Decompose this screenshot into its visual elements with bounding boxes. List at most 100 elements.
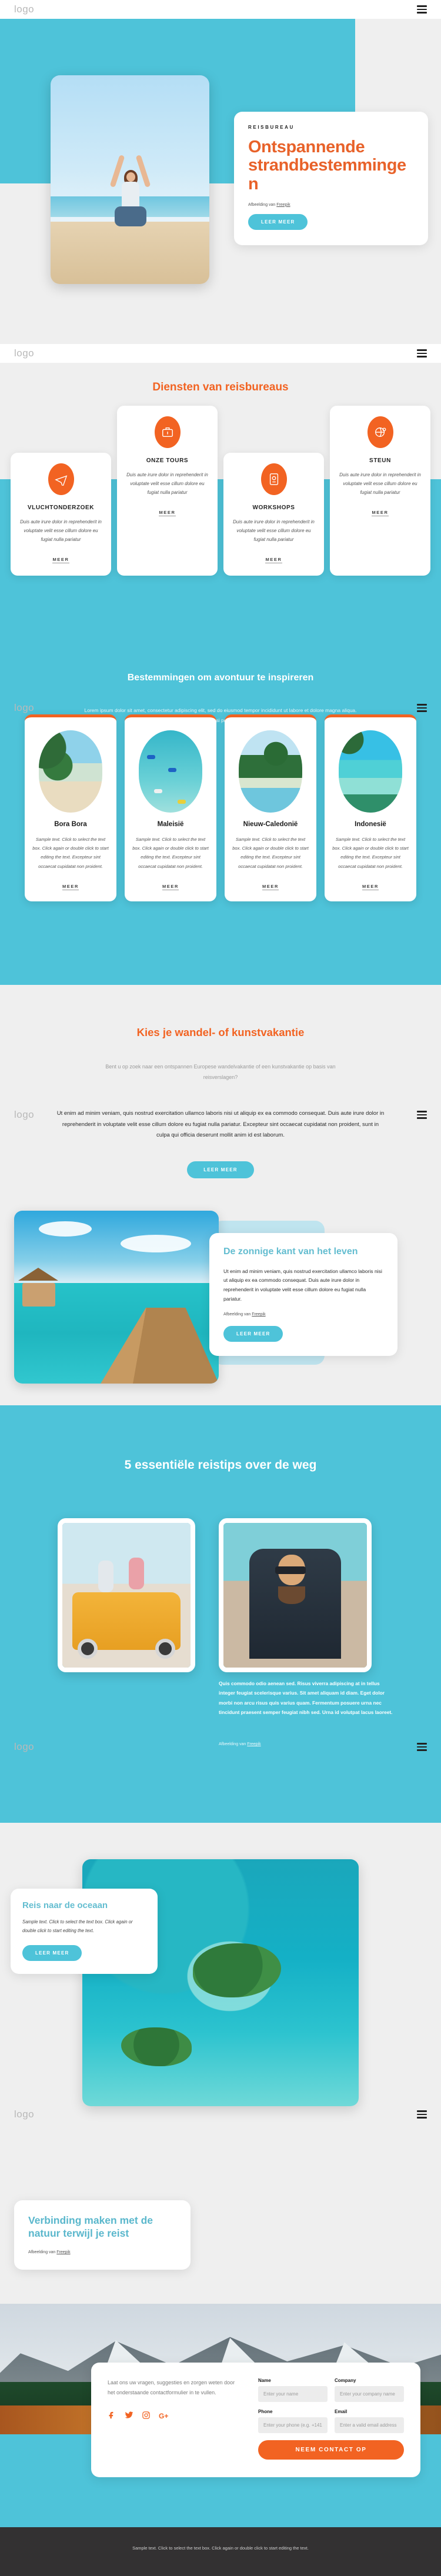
ocean-body: Sample text. Click to select the text bo… <box>22 1919 133 1933</box>
destinations-title: Bestemmingen om avontuur te inspireren <box>127 673 314 683</box>
contact-row-phone-email: Phone Email <box>258 2409 404 2433</box>
destination-text: Sample text. Click to select the text bo… <box>232 837 309 869</box>
logo[interactable]: logo <box>14 4 34 15</box>
sunny-side-image-credit: Afbeelding van Freepik <box>223 1312 266 1317</box>
logo[interactable]: logo <box>14 1741 34 1753</box>
hamburger-menu-icon[interactable] <box>417 1743 427 1751</box>
destinations-card-row: Bora Bora Sample text. Click to select t… <box>25 714 416 901</box>
field-name: Name <box>258 2378 328 2402</box>
service-text: Duis aute irure dolor in reprehenderit i… <box>20 519 102 542</box>
email-input[interactable] <box>335 2417 404 2433</box>
destination-more-link[interactable]: MEER <box>162 884 179 890</box>
facebook-icon[interactable] <box>108 2411 116 2421</box>
destination-card-bora-bora[interactable]: Bora Bora Sample text. Click to select t… <box>25 714 116 901</box>
nature-text-card: Verbinding maken met de natuur terwijl j… <box>14 2200 191 2270</box>
email-label: Email <box>335 2409 348 2414</box>
airplane-icon <box>48 463 74 495</box>
service-card-flight-search[interactable]: VLUCHTONDERZOEK Duis aute irure dolor in… <box>11 453 111 576</box>
hamburger-menu-icon[interactable] <box>417 704 427 712</box>
destination-image <box>339 730 402 813</box>
contact-form-card: Laat ons uw vragen, suggesties en zorgen… <box>91 2363 420 2477</box>
footer-text: Sample text. Click to select the text bo… <box>132 2545 309 2551</box>
logo[interactable]: logo <box>14 2109 34 2120</box>
navbar-walking: logo <box>0 1105 441 1124</box>
social-links: G+ <box>108 2411 243 2421</box>
service-card-workshops[interactable]: WORKSHOPS Duis aute irure dolor in repre… <box>223 453 324 576</box>
logo[interactable]: logo <box>14 348 34 359</box>
destination-text: Sample text. Click to select the text bo… <box>332 837 409 869</box>
travel-tips-image-right <box>219 1518 372 1672</box>
destination-card-maleisie[interactable]: Maleisië Sample text. Click to select th… <box>125 714 216 901</box>
ocean-cta-button[interactable]: LEER MEER <box>22 1944 82 1961</box>
service-more-link[interactable]: MEER <box>52 557 69 564</box>
google-plus-icon[interactable]: G+ <box>159 2413 168 2420</box>
service-more-link[interactable]: MEER <box>372 510 389 517</box>
navbar-services: logo <box>0 344 441 363</box>
walking-holiday-cta-button[interactable]: LEER MEER <box>187 1161 254 1178</box>
footer: Sample text. Click to select the text bo… <box>0 2527 441 2576</box>
hamburger-menu-icon[interactable] <box>417 1111 427 1119</box>
destination-name: Bora Bora <box>54 821 87 828</box>
destination-image <box>239 730 302 813</box>
instagram-icon[interactable] <box>142 2411 151 2421</box>
name-input[interactable] <box>258 2386 328 2402</box>
freepik-link[interactable]: Freepik <box>56 2250 70 2254</box>
service-title: STEUN <box>369 457 391 464</box>
hamburger-menu-icon[interactable] <box>417 2110 427 2119</box>
sunny-side-text-card: De zonnige kant van het leven Ut enim ad… <box>209 1233 397 1357</box>
hero-text-card: REISBUREAU Ontspannende strandbestemming… <box>234 112 428 245</box>
ocean-title: Reis naar de oceaan <box>22 1900 108 1910</box>
suitcase-icon <box>154 416 181 448</box>
destination-more-link[interactable]: MEER <box>262 884 279 890</box>
passport-icon <box>260 463 287 495</box>
navbar-tips: logo <box>0 1738 441 1756</box>
contact-submit-button[interactable]: NEEM CONTACT OP <box>258 2440 404 2460</box>
travel-tips-body: Quis commodo odio aenean sed. Risus vive… <box>219 1680 393 1716</box>
company-label: Company <box>335 2378 356 2383</box>
field-phone: Phone <box>258 2409 328 2433</box>
hamburger-menu-icon[interactable] <box>417 349 427 358</box>
destination-more-link[interactable]: MEER <box>362 884 379 890</box>
freepik-link[interactable]: Freepik <box>252 1312 265 1317</box>
hero-image <box>51 75 209 284</box>
destination-name: Nieuw-Caledonië <box>243 821 298 828</box>
sunny-side-image <box>14 1211 219 1384</box>
ocean-text-card: Reis naar de oceaan Sample text. Click t… <box>11 1889 158 1974</box>
hero-cta-button[interactable]: LEER MEER <box>248 213 308 230</box>
sunny-side-cta-button[interactable]: LEER MEER <box>223 1326 283 1342</box>
service-text: Duis aute irure dolor in reprehenderit i… <box>339 472 421 495</box>
logo[interactable]: logo <box>14 1109 34 1121</box>
travel-tips-title: 5 essentiële reistips over de weg <box>124 1458 317 1472</box>
field-email: Email <box>335 2409 404 2433</box>
sunny-side-title: De zonnige kant van het leven <box>223 1247 358 1257</box>
logo[interactable]: logo <box>14 702 34 714</box>
service-title: WORKSHOPS <box>252 504 295 511</box>
field-company: Company <box>335 2378 404 2402</box>
services-card-row: VLUCHTONDERZOEK Duis aute irure dolor in… <box>11 406 430 576</box>
company-input[interactable] <box>335 2386 404 2402</box>
service-more-link[interactable]: MEER <box>265 557 282 564</box>
navbar-ocean: logo <box>0 2105 441 2124</box>
walking-holiday-subtitle: Bent u op zoek naar een ontspannen Europ… <box>105 1064 336 1080</box>
walking-holiday-background <box>0 985 441 1185</box>
contact-row-name-company: Name Company <box>258 2378 404 2402</box>
service-title: VLUCHTONDERZOEK <box>27 504 95 511</box>
service-text: Duis aute irure dolor in reprehenderit i… <box>126 472 208 495</box>
services-title: Diensten van reisbureaus <box>152 381 289 393</box>
destination-card-indonesie[interactable]: Indonesië Sample text. Click to select t… <box>325 714 416 901</box>
navbar-destinations: logo <box>0 699 441 717</box>
service-card-our-tours[interactable]: ONZE TOURS Duis aute irure dolor in repr… <box>117 406 218 576</box>
hamburger-menu-icon[interactable] <box>417 5 427 14</box>
contact-intro-text: Laat ons uw vragen, suggesties en zorgen… <box>108 2380 235 2396</box>
hero-image-credit: Afbeelding van Freepik <box>248 202 290 207</box>
destination-more-link[interactable]: MEER <box>62 884 79 890</box>
destination-card-nieuw-caledonie[interactable]: Nieuw-Caledonië Sample text. Click to se… <box>225 714 316 901</box>
service-card-support[interactable]: STEUN Duis aute irure dolor in reprehend… <box>330 406 430 576</box>
freepik-link[interactable]: Freepik <box>276 203 290 207</box>
name-label: Name <box>258 2378 271 2383</box>
phone-input[interactable] <box>258 2417 328 2433</box>
service-more-link[interactable]: MEER <box>159 510 176 517</box>
twitter-icon[interactable] <box>125 2411 133 2421</box>
nature-title: Verbinding maken met de natuur terwijl j… <box>28 2214 153 2239</box>
destination-text: Sample text. Click to select the text bo… <box>32 837 109 869</box>
